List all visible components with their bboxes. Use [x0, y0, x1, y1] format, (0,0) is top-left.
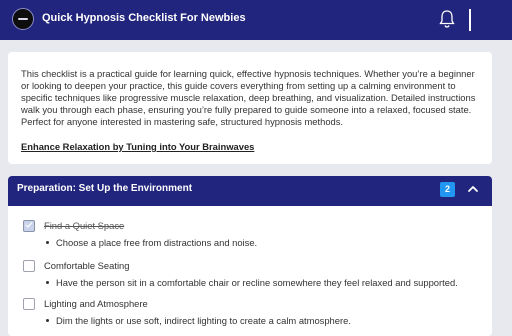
item-description: Have the person sit in a comfortable cha…: [56, 277, 458, 288]
check-icon: [25, 222, 33, 228]
intro-text: This checklist is a practical guide for …: [21, 68, 476, 127]
item-checkbox[interactable]: [23, 260, 35, 272]
app-header: Quick Hypnosis Checklist For Newbies: [0, 0, 512, 40]
count-badge: 2: [440, 182, 455, 197]
logo-icon[interactable]: [12, 8, 34, 30]
item-checkbox[interactable]: [23, 220, 35, 232]
item-label: Find a Quiet Space: [44, 220, 125, 231]
header-divider: [469, 9, 471, 31]
intro-card: This checklist is a practical guide for …: [8, 52, 492, 164]
item-description: Dim the lights or use soft, indirect lig…: [56, 315, 351, 326]
item-label: Comfortable Seating: [44, 260, 130, 271]
brainwaves-link[interactable]: Enhance Relaxation by Tuning into Your B…: [21, 141, 254, 152]
section-title: Preparation: Set Up the Environment: [17, 183, 193, 194]
item-label: Lighting and Atmosphere: [44, 298, 148, 309]
bell-icon[interactable]: [438, 9, 456, 29]
chevron-up-icon[interactable]: [467, 184, 479, 194]
bullet: [46, 319, 49, 322]
checklist-section: Preparation: Set Up the Environment 2 Fi…: [8, 176, 492, 336]
page-title: Quick Hypnosis Checklist For Newbies: [42, 12, 246, 24]
section-header[interactable]: Preparation: Set Up the Environment 2: [8, 176, 492, 206]
bullet: [46, 281, 49, 284]
item-description: Choose a place free from distractions an…: [56, 237, 258, 248]
item-checkbox[interactable]: [23, 298, 35, 310]
bullet: [46, 241, 49, 244]
